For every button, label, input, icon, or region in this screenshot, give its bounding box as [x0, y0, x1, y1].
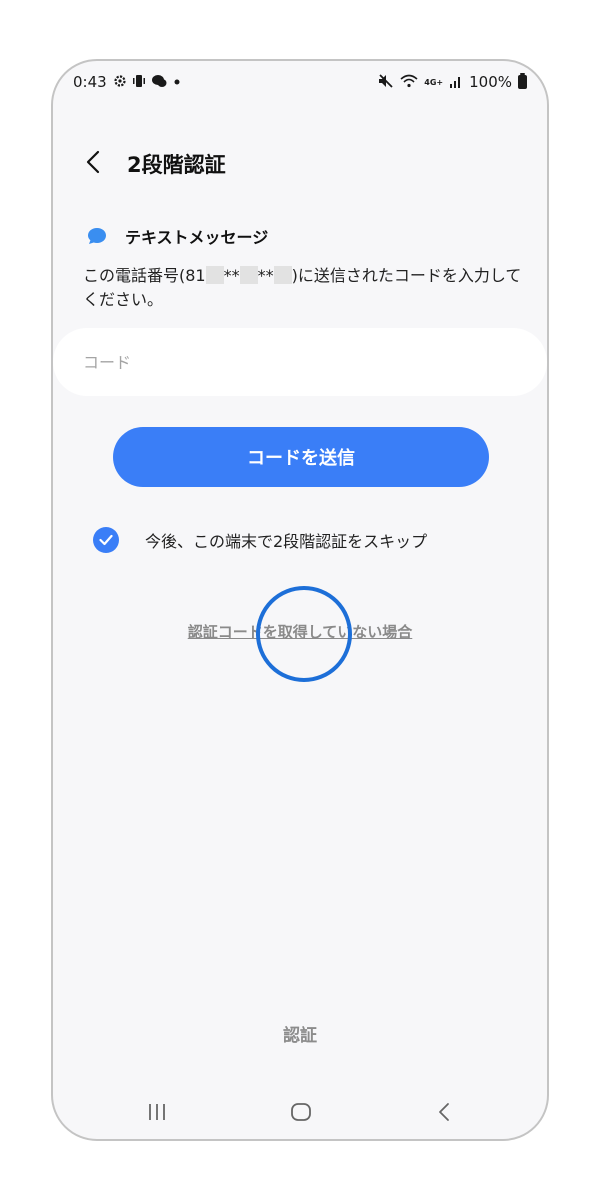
masked-stars: **	[223, 266, 240, 285]
masked-stars: **	[257, 266, 274, 285]
check-icon	[99, 534, 113, 546]
send-code-button[interactable]: コードを送信	[113, 427, 489, 487]
verify-button[interactable]: 認証	[53, 1021, 547, 1046]
home-button[interactable]	[281, 1097, 321, 1127]
status-right: 4G+ 100%	[378, 73, 527, 91]
recent-apps-button[interactable]	[137, 1097, 177, 1127]
dot-icon	[173, 76, 181, 89]
status-bar: 0:43 4G+ 100%	[53, 61, 547, 107]
masked-digits	[273, 266, 292, 284]
home-icon	[291, 1103, 311, 1121]
back-nav-icon	[439, 1103, 449, 1121]
battery-level: 100%	[469, 73, 512, 91]
description-prefix: この電話番号(81	[83, 266, 206, 285]
skip-label: 今後、この端末で2段階認証をスキップ	[145, 532, 428, 551]
header: 2段階認証	[53, 141, 547, 181]
method-row: テキストメッセージ	[87, 224, 268, 248]
page-title: 2段階認証	[127, 153, 226, 177]
recent-apps-icon	[149, 1104, 165, 1120]
masked-digits	[239, 266, 258, 284]
wifi-icon	[400, 74, 418, 91]
mute-icon	[378, 73, 394, 91]
chevron-left-icon	[86, 150, 100, 174]
phone-frame: 0:43 4G+ 100% 2段階認証 テキストメッセージ この電話番号(81 …	[51, 59, 549, 1141]
battery-icon	[518, 73, 527, 89]
vibrate-icon	[132, 74, 145, 91]
code-input[interactable]	[53, 328, 547, 396]
back-nav-button[interactable]	[425, 1097, 465, 1127]
settings-icon	[113, 74, 127, 91]
status-time: 0:43	[73, 73, 107, 91]
description-text: この電話番号(81 ** **)に送信されたコードを入力してください。	[83, 264, 523, 312]
method-label: テキストメッセージ	[125, 228, 269, 247]
no-code-help-link[interactable]: 認証コードを取得していない場合	[53, 621, 547, 642]
navigation-bar	[53, 1091, 547, 1131]
network-type: 4G+	[424, 77, 444, 87]
skip-option[interactable]: 今後、この端末で2段階認証をスキップ	[93, 527, 427, 553]
masked-digits	[205, 266, 224, 284]
back-button[interactable]	[79, 147, 109, 177]
chat-bubble-icon	[88, 228, 106, 244]
chat-notification-icon	[151, 74, 167, 91]
skip-checkbox[interactable]	[93, 527, 119, 553]
signal-icon	[449, 74, 463, 91]
status-left: 0:43	[73, 73, 181, 91]
